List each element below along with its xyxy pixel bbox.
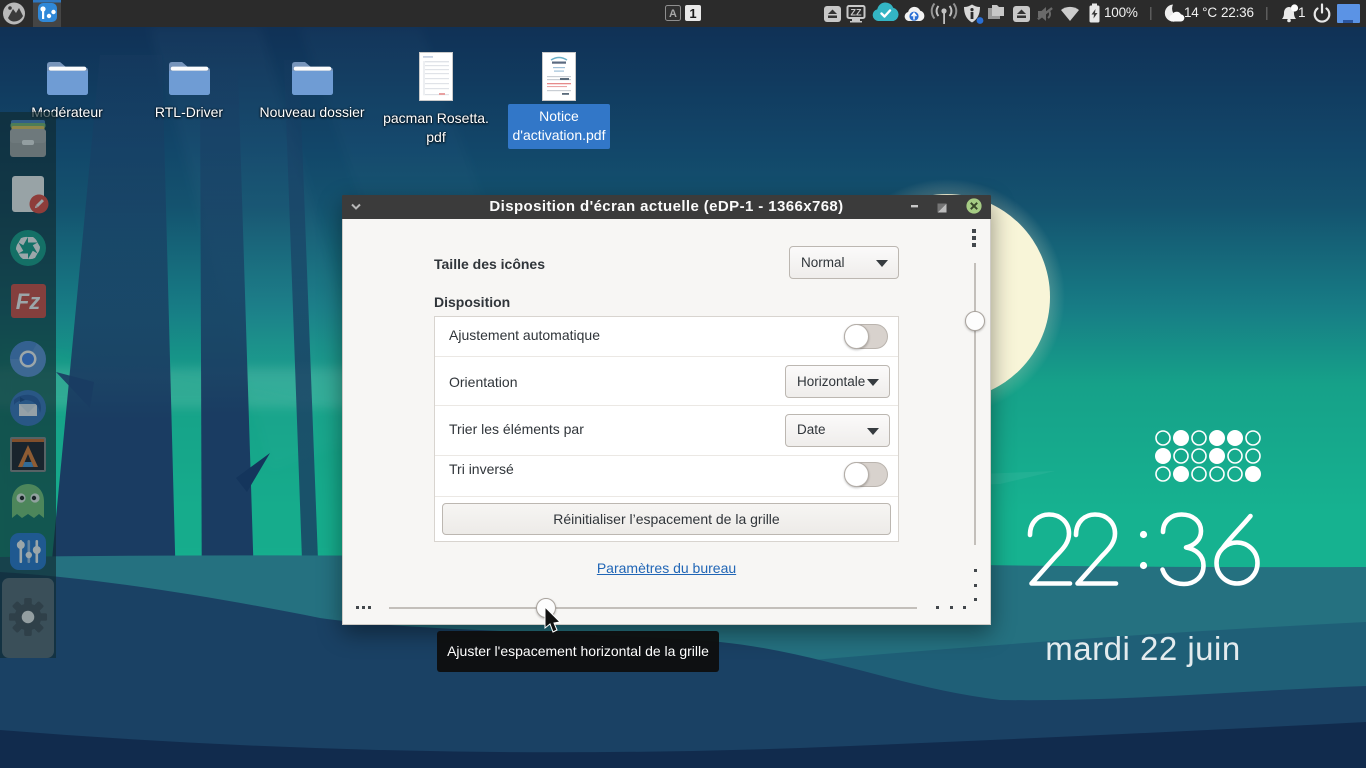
svg-text:1: 1 [689, 6, 696, 21]
svg-text:A: A [669, 8, 677, 20]
svg-text:ZZ: ZZ [851, 8, 862, 18]
svg-text:mardi 22 juin: mardi 22 juin [1045, 630, 1240, 667]
